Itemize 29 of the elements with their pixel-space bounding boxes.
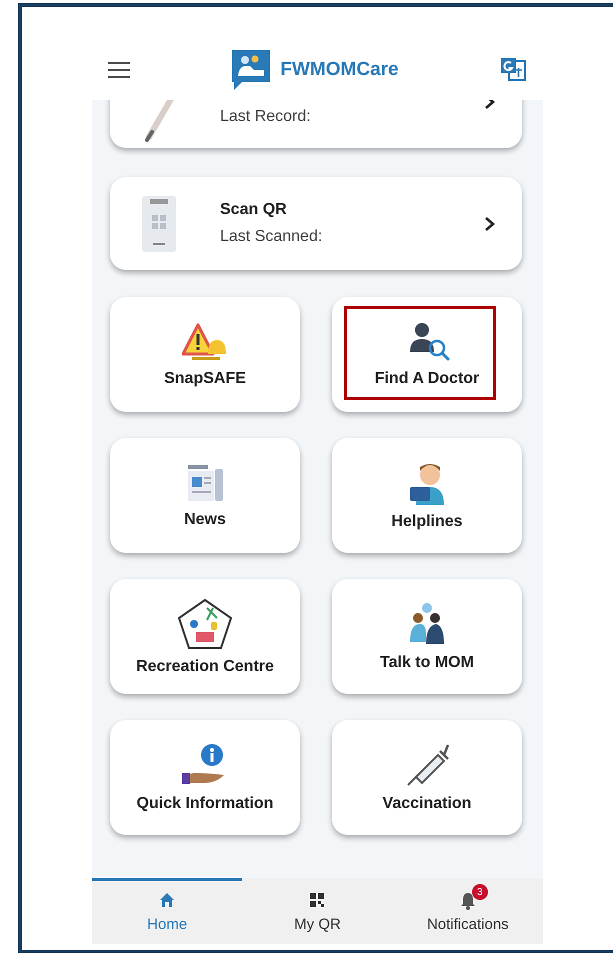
menu-tile[interactable]: Vaccination [332,720,522,835]
record-card[interactable]: Scan QR Last Scanned: [110,177,522,270]
menu-tile[interactable]: Talk to MOM [332,579,522,694]
chevron-right-icon [484,216,496,232]
menu-icon[interactable] [108,62,130,78]
nav-tab[interactable]: My QR [242,878,393,944]
menu-tile[interactable]: SnapSAFE [110,297,300,412]
recreation-activities-icon [177,598,233,650]
card-subtitle: Last Record: [220,108,312,126]
menu-tile[interactable]: Helplines [332,438,522,553]
card-subtitle: Last Scanned: [220,228,324,246]
translate-icon[interactable] [498,57,527,83]
record-card[interactable]: Last Record: [110,100,522,148]
thermometer-icon [144,100,174,142]
app-title: FWMOMCare [280,59,399,81]
menu-tile[interactable]: Quick Information [110,720,300,835]
card-title: Scan QR [220,201,288,219]
menu-tile[interactable]: Recreation Centre [110,579,300,694]
logo-icon [230,48,272,92]
nav-tab[interactable]: Home [92,878,242,944]
scanner-icon [141,194,177,252]
qr-code-icon [309,892,326,908]
warning-sign-icon [182,322,228,362]
nav-tab[interactable]: 3 Notifications [392,878,543,944]
menu-tile[interactable]: News [110,438,300,553]
notification-badge: 3 [472,884,488,900]
menu-tile[interactable]: Find A Doctor [332,297,522,412]
bell-icon [460,892,476,910]
home-icon [159,892,176,908]
